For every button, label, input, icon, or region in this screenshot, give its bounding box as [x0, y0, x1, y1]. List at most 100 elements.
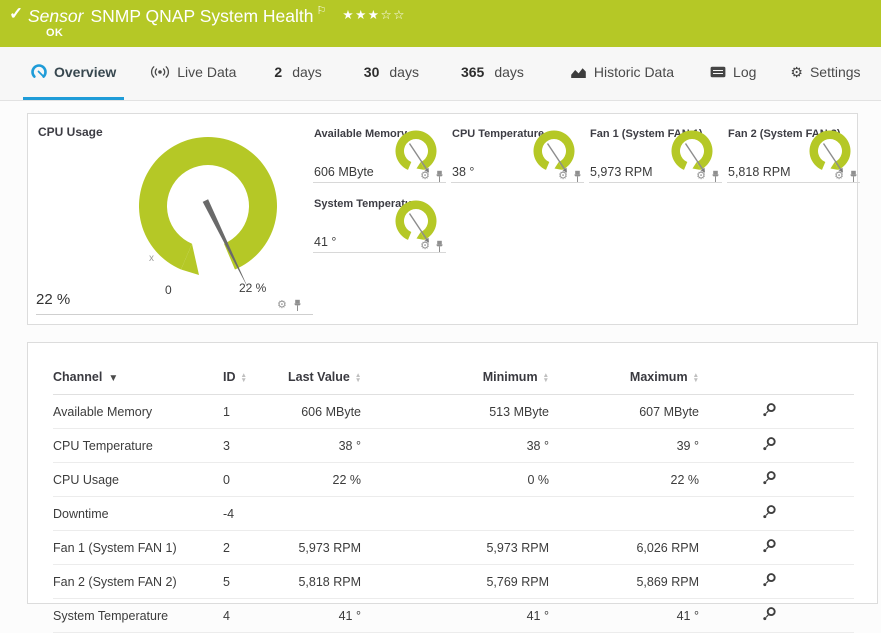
channel-table-panel: Channel ▼ ID ▲ ▼ Last Value ▲ ▼ Minimum ▲ ▼ Max…	[27, 342, 878, 633]
gauge-tile-fan-1: Fan 1 (System FAN 1) 5,973 RPM ⚙	[589, 126, 722, 183]
pin-icon[interactable]	[435, 170, 444, 183]
tab-label: Overview	[54, 64, 117, 80]
sort-icon: ▲ ▼	[692, 371, 699, 384]
cell-last-value: 5,973 RPM	[288, 530, 361, 565]
cell-maximum: 22 %	[549, 462, 699, 497]
edit-channel-icon[interactable]	[761, 504, 777, 520]
tab-30-days[interactable]: 30 days	[356, 47, 427, 100]
tab-label: Live Data	[177, 64, 237, 80]
tab-label: days	[389, 64, 419, 80]
channel-gear-icon[interactable]: ⚙	[420, 171, 430, 182]
sensor-title: SNMP QNAP System Health	[90, 6, 314, 26]
cell-actions	[699, 564, 854, 599]
table-row[interactable]: CPU Usage 0 22 % 0 % 22 %	[53, 462, 854, 497]
gauge-icon	[31, 64, 47, 78]
pin-icon[interactable]	[293, 299, 302, 312]
tile-value: 41 °	[314, 235, 337, 249]
tab-number: 2	[274, 64, 283, 80]
edit-channel-icon[interactable]	[761, 606, 777, 622]
pin-icon[interactable]	[435, 240, 444, 253]
priority-stars[interactable]: ★★★☆☆	[342, 8, 406, 22]
cell-id: 5	[223, 564, 288, 599]
sort-icon: ▲ ▼	[354, 371, 362, 384]
gear-icon: ⚙	[790, 63, 803, 80]
pin-icon[interactable]	[711, 170, 720, 183]
cell-minimum	[361, 496, 549, 531]
cell-maximum: 41 °	[549, 598, 699, 633]
cell-channel: Fan 2 (System FAN 2)	[53, 564, 223, 599]
tab-overview[interactable]: Overview	[23, 47, 125, 100]
cell-maximum: 607 MByte	[549, 394, 699, 429]
prtg-sensor-overview-page: { "header": { "kind_label": "Sensor", "t…	[0, 0, 881, 633]
channel-gear-icon[interactable]: ⚙	[558, 171, 568, 182]
channel-gear-icon[interactable]: ⚙	[420, 241, 430, 252]
table-row[interactable]: CPU Temperature 3 38 ° 38 ° 39 °	[53, 428, 854, 463]
tab-label: days	[292, 64, 322, 80]
cell-last-value: 606 MByte	[288, 394, 361, 429]
edit-channel-icon[interactable]	[761, 402, 777, 418]
channel-gear-icon[interactable]: ⚙	[696, 171, 706, 182]
edit-channel-icon[interactable]	[761, 470, 777, 486]
cell-actions	[699, 394, 854, 429]
flag-icon: ⚐	[316, 5, 327, 17]
table-row[interactable]: Fan 2 (System FAN 2) 5 5,818 RPM 5,769 R…	[53, 564, 854, 599]
tab-live-data[interactable]: Live Data	[142, 47, 244, 100]
tile-value: 606 MByte	[314, 165, 374, 179]
cell-channel: CPU Usage	[53, 462, 223, 497]
edit-channel-icon[interactable]	[761, 436, 777, 452]
cell-id: 0	[223, 462, 288, 497]
object-kind-label: Sensor	[28, 6, 84, 26]
cell-last-value: 41 °	[288, 598, 361, 633]
cell-minimum: 5,769 RPM	[361, 564, 549, 599]
table-row[interactable]: System Temperature 4 41 ° 41 ° 41 °	[53, 598, 854, 633]
table-row[interactable]: Downtime -4	[53, 496, 854, 531]
table-row[interactable]: Fan 1 (System FAN 1) 2 5,973 RPM 5,973 R…	[53, 530, 854, 565]
tab-historic-data[interactable]: Historic Data	[562, 47, 682, 100]
cell-actions	[699, 496, 854, 531]
channel-gear-icon[interactable]: ⚙	[834, 171, 844, 182]
cpu-usage-value: 22 %	[36, 291, 71, 308]
pin-icon[interactable]	[573, 170, 582, 183]
column-header-minimum[interactable]: Minimum ▲ ▼	[361, 361, 549, 395]
tab-settings[interactable]: ⚙ Settings	[782, 47, 868, 100]
tab-2-days[interactable]: 2 days	[266, 47, 329, 100]
cell-maximum: 5,869 RPM	[549, 564, 699, 599]
cell-channel: Fan 1 (System FAN 1)	[53, 530, 223, 565]
channel-gear-icon[interactable]: ⚙	[277, 300, 287, 311]
cell-last-value: 38 °	[288, 428, 361, 463]
cell-id: 4	[223, 598, 288, 633]
column-header-actions	[699, 361, 854, 395]
sort-icon: ▲ ▼	[240, 371, 247, 384]
cell-maximum	[549, 496, 699, 531]
tab-label: days	[494, 64, 524, 80]
sensor-header: ✓ Sensor SNMP QNAP System Health ⚐ ★★★☆☆ OK	[0, 0, 881, 47]
cell-actions	[699, 428, 854, 463]
cpu-usage-gauge	[139, 137, 277, 290]
tab-365-days[interactable]: 365 days	[453, 47, 532, 100]
column-header-maximum[interactable]: Maximum ▲ ▼	[549, 361, 699, 395]
edit-channel-icon[interactable]	[761, 538, 777, 554]
cell-last-value: 22 %	[288, 462, 361, 497]
divider	[36, 314, 313, 315]
column-header-last-value[interactable]: Last Value ▲ ▼	[288, 361, 361, 395]
tab-log[interactable]: Log	[702, 47, 764, 100]
cell-actions	[699, 598, 854, 633]
column-header-id[interactable]: ID ▲ ▼	[223, 361, 288, 395]
cell-id: 3	[223, 428, 288, 463]
tile-value: 38 °	[452, 165, 475, 179]
log-icon	[710, 66, 726, 78]
cell-minimum: 41 °	[361, 598, 549, 633]
pin-icon[interactable]	[849, 170, 858, 183]
column-header-channel[interactable]: Channel ▼	[53, 361, 223, 395]
cell-id: 1	[223, 394, 288, 429]
historic-data-icon	[571, 67, 586, 78]
column-label: ID	[223, 370, 236, 384]
cell-actions	[699, 530, 854, 565]
table-row[interactable]: Available Memory 1 606 MByte 513 MByte 6…	[53, 394, 854, 429]
gauge-min-label: 0	[165, 283, 172, 297]
gauges-panel: CPU Usage x 0 22 % 22 % ⚙ Available Memo…	[27, 113, 860, 325]
column-label: Channel	[53, 370, 103, 384]
sort-icon: ▲ ▼	[542, 371, 549, 384]
cell-id: -4	[223, 496, 288, 531]
column-label: Maximum	[629, 370, 688, 384]
